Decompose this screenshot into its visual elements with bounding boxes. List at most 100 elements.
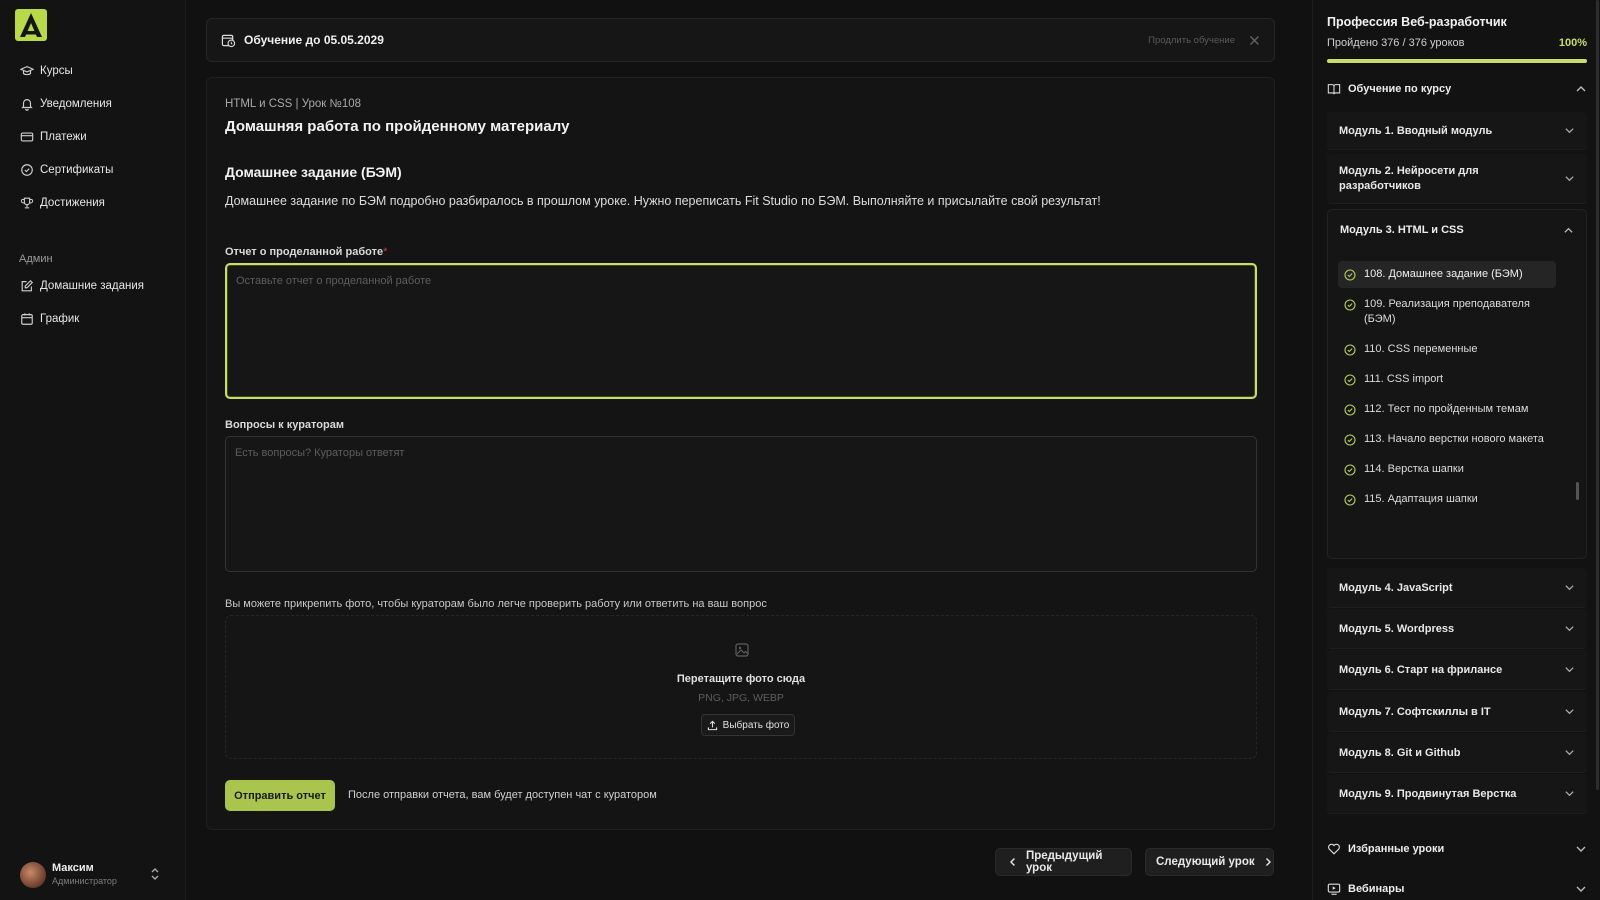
module-label: Модуль 1. Вводный модуль: [1339, 124, 1493, 137]
nav-item-payments[interactable]: Платежи: [20, 127, 180, 147]
nav-item-schedule[interactable]: График: [20, 309, 180, 329]
module-3-header[interactable]: Модуль 3. HTML и CSS: [1328, 210, 1586, 250]
lesson-list-scrollbar[interactable]: [1576, 482, 1579, 500]
check-circle-icon: [1344, 494, 1356, 506]
edit-icon: [21, 279, 34, 292]
webinars-toggle[interactable]: Вебинары: [1327, 882, 1587, 896]
check-circle-icon: [1344, 299, 1356, 311]
dropzone-title: Перетащите фото сюда: [676, 673, 806, 685]
page-title: Домашняя работа по пройденному материалу: [225, 118, 570, 135]
progress-percent: 100%: [1558, 37, 1587, 49]
module-5[interactable]: Модуль 5. Wordpress: [1327, 609, 1587, 649]
lesson-item-109[interactable]: 109. Реализация преподавателя (БЭМ): [1338, 291, 1556, 333]
lesson-label: 114. Верстка шапки: [1364, 463, 1464, 475]
image-icon: [735, 643, 749, 657]
module-label: Модуль 7. Софтскиллы в IT: [1339, 705, 1491, 718]
favorites-label: Избранные уроки: [1348, 843, 1445, 855]
chevron-down-icon: [1576, 886, 1586, 892]
previous-lesson-button[interactable]: Предыдущий урок: [995, 848, 1132, 876]
lesson-card: HTML и CSS | Урок №108 Домашняя работа п…: [206, 77, 1275, 830]
lesson-item-110[interactable]: 110. CSS переменные: [1338, 336, 1556, 363]
chevron-left-icon: [1009, 858, 1015, 866]
module-8[interactable]: Модуль 8. Git и Github: [1327, 733, 1587, 773]
nav-item-notifications[interactable]: Уведомления: [20, 94, 180, 114]
credit-card-icon: [20, 132, 34, 142]
nav-item-label: Домашние задания: [40, 280, 144, 292]
profession-title: Профессия Веб-разработчик: [1327, 15, 1507, 29]
dropzone-formats: PNG, JPG, WEBP: [698, 692, 784, 704]
badge-check-icon: [21, 164, 33, 176]
check-circle-icon: [1344, 434, 1356, 446]
nav-item-label: Платежи: [40, 131, 87, 143]
lesson-item-108[interactable]: 108. Домашнее задание (БЭМ): [1338, 261, 1556, 288]
lesson-item-115[interactable]: 115. Адаптация шапки: [1338, 486, 1556, 513]
module-4[interactable]: Модуль 4. JavaScript: [1327, 568, 1587, 608]
choose-photo-label: Выбрать фото: [722, 719, 790, 731]
chevron-down-icon: [1565, 791, 1574, 797]
panel-scrollbar[interactable]: [1596, 0, 1599, 790]
module-6[interactable]: Модуль 6. Старт на фрилансе: [1327, 650, 1587, 690]
chevron-down-icon: [1576, 846, 1586, 852]
module-1[interactable]: Модуль 1. Вводный модуль: [1327, 112, 1587, 150]
lesson-label: 112. Тест по пройденным темам: [1364, 403, 1529, 415]
calendar-clock-icon: [221, 34, 236, 47]
chevrons-up-down-icon: [151, 868, 159, 880]
chevron-down-icon: [1565, 585, 1574, 591]
lesson-item-111[interactable]: 111. CSS import: [1338, 366, 1556, 393]
logo-mark-icon: [20, 13, 42, 37]
module-7[interactable]: Модуль 7. Софтскиллы в IT: [1327, 692, 1587, 732]
close-icon[interactable]: [1249, 35, 1260, 46]
nav-item-achievements[interactable]: Достижения: [20, 193, 180, 213]
lesson-label: 108. Домашнее задание (БЭМ): [1364, 268, 1523, 280]
calendar-icon: [21, 313, 33, 325]
chevron-down-icon: [1565, 667, 1574, 673]
course-learning-label: Обучение по курсу: [1348, 83, 1452, 95]
report-textarea[interactable]: [225, 263, 1257, 399]
course-panel: Профессия Веб-разработчик Пройдено 376 /…: [1312, 0, 1600, 900]
choose-photo-button[interactable]: Выбрать фото: [701, 714, 795, 736]
module-2[interactable]: Модуль 2. Нейросети для разработчиков: [1327, 154, 1587, 204]
lesson-item-112[interactable]: 112. Тест по пройденным темам: [1338, 396, 1556, 423]
nav-item-label: Курсы: [40, 65, 73, 77]
extend-learning-link[interactable]: Продлить обучение: [1148, 35, 1235, 46]
lesson-label: 111. CSS import: [1364, 373, 1444, 385]
submit-report-button[interactable]: Отправить отчет: [225, 780, 335, 811]
module-3-expanded: Модуль 3. HTML и CSS 108. Домашнее задан…: [1327, 209, 1587, 559]
check-circle-icon: [1344, 464, 1356, 476]
chevron-up-icon: [1564, 227, 1573, 233]
required-mark: *: [383, 246, 388, 258]
lesson-item-114[interactable]: 114. Верстка шапки: [1338, 456, 1556, 483]
lesson-label: 113. Начало верстки нового макета: [1364, 433, 1544, 445]
nav-item-label: Уведомления: [40, 98, 112, 110]
next-lesson-button[interactable]: Следующий урок: [1145, 848, 1274, 876]
lesson-label: 110. CSS переменные: [1364, 343, 1478, 355]
logo[interactable]: [15, 9, 47, 41]
nav-item-label: Достижения: [40, 197, 105, 209]
report-label: Отчет о проделанной работе*: [225, 246, 387, 258]
check-circle-icon: [1344, 344, 1356, 356]
nav-item-courses[interactable]: Курсы: [20, 61, 180, 81]
chevron-down-icon: [1565, 709, 1574, 715]
module-label: Модуль 5. Wordpress: [1339, 622, 1455, 635]
nav-item-homework[interactable]: Домашние задания: [20, 276, 180, 296]
bell-icon: [21, 99, 33, 111]
lesson-item-113[interactable]: 113. Начало верстки нового макета: [1338, 426, 1556, 453]
module-label: Модуль 8. Git и Github: [1339, 746, 1461, 759]
module-label: Модуль 4. JavaScript: [1339, 581, 1453, 594]
module-label: Модуль 3. HTML и CSS: [1340, 224, 1464, 236]
favorites-toggle[interactable]: Избранные уроки: [1327, 842, 1587, 856]
module-9[interactable]: Модуль 9. Продвинутая Верстка: [1327, 774, 1587, 814]
nav-item-certificates[interactable]: Сертификаты: [20, 160, 180, 180]
next-lesson-label: Следующий урок: [1156, 856, 1255, 868]
course-learning-toggle[interactable]: Обучение по курсу: [1327, 82, 1587, 96]
main-nav: Курсы Уведомления Платежи Сертификаты До…: [20, 61, 180, 226]
heart-icon: [1328, 843, 1340, 855]
homework-title: Домашнее задание (БЭМ): [225, 164, 402, 180]
nav-item-label: Сертификаты: [40, 164, 114, 176]
photo-dropzone[interactable]: Перетащите фото сюда PNG, JPG, WEBP Выбр…: [225, 615, 1257, 759]
questions-textarea[interactable]: [225, 436, 1257, 572]
check-circle-icon: [1344, 404, 1356, 416]
webinars-label: Вебинары: [1348, 883, 1405, 895]
user-menu[interactable]: Максим Администратор: [20, 859, 170, 889]
check-circle-icon: [1344, 269, 1356, 281]
